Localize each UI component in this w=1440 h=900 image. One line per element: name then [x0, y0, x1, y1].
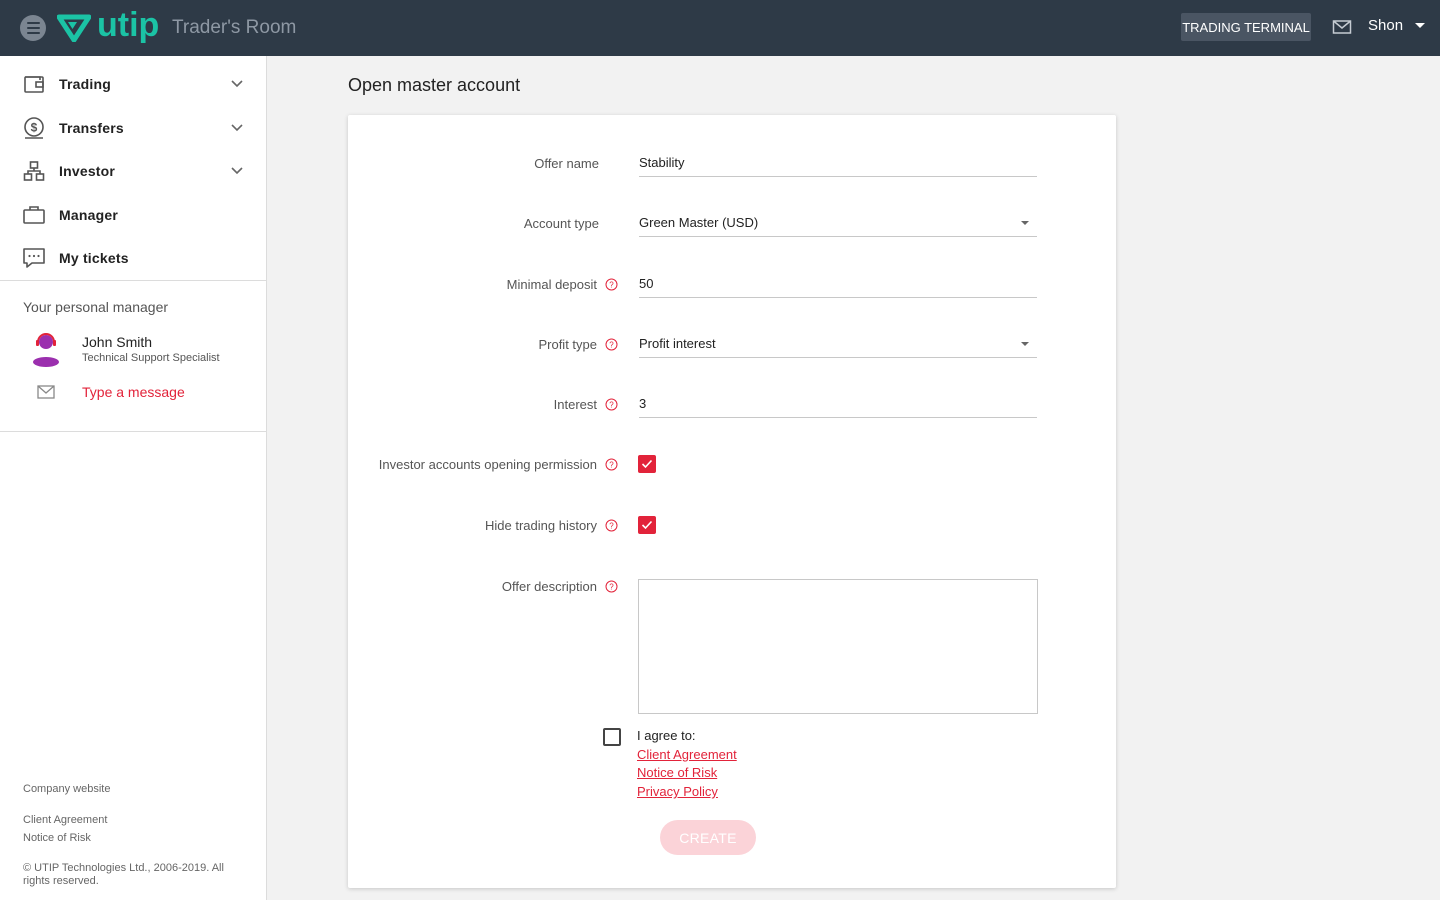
investor-permission-checkbox[interactable] [638, 455, 656, 473]
agree-label: I agree to: [637, 728, 696, 743]
offer-name-input[interactable]: Stability [639, 149, 1037, 177]
svg-text:?: ? [609, 461, 614, 470]
account-type-label: Account type [523, 216, 599, 231]
svg-text:?: ? [609, 341, 614, 350]
user-name: Shon [1368, 17, 1404, 34]
agree-checkbox[interactable] [603, 728, 621, 746]
sidebar-item-label: Transfers [59, 120, 124, 136]
manager-role: Technical Support Specialist [82, 352, 220, 364]
trading-terminal-button[interactable]: TRADING TERMINAL [1181, 13, 1311, 41]
chevron-down-icon [231, 80, 243, 88]
svg-text:?: ? [609, 522, 614, 531]
room-title: Trader's Room [172, 17, 297, 38]
chat-bubble-icon [23, 248, 45, 268]
notice-of-risk-footer-link[interactable]: Notice of Risk [23, 832, 91, 844]
profit-type-select[interactable]: Profit interest [639, 330, 1037, 358]
hamburger-menu-icon[interactable] [20, 15, 46, 41]
privacy-policy-link[interactable]: Privacy Policy [637, 784, 718, 799]
client-agreement-link[interactable]: Client Agreement [637, 747, 737, 762]
investor-permission-label: Investor accounts opening permission [378, 457, 597, 472]
sidebar-divider [0, 280, 266, 281]
profit-type-value: Profit interest [639, 336, 716, 351]
create-button[interactable]: CREATE [660, 820, 756, 855]
svg-text:$: $ [31, 121, 38, 135]
svg-text:?: ? [609, 281, 614, 290]
help-icon[interactable]: ? [605, 278, 618, 291]
sidebar-item-label: Investor [59, 163, 116, 179]
envelope-icon [37, 385, 55, 399]
manager-name: John Smith [82, 334, 153, 350]
checkmark-icon [641, 459, 653, 469]
svg-text:?: ? [609, 583, 614, 592]
sidebar-item-label: Trading [59, 76, 111, 92]
notice-of-risk-link[interactable]: Notice of Risk [637, 765, 717, 780]
sidebar: Trading $ Transfers Investor Manager My … [0, 56, 267, 900]
chevron-down-icon [231, 167, 243, 175]
interest-input[interactable]: 3 [639, 390, 1037, 418]
svg-text:?: ? [609, 401, 614, 410]
hide-history-checkbox[interactable] [638, 516, 656, 534]
personal-manager-title: Your personal manager [23, 299, 169, 315]
account-type-value: Green Master (USD) [639, 215, 759, 230]
offer-description-label: Offer description [501, 579, 597, 594]
help-icon[interactable]: ? [605, 398, 618, 411]
interest-label: Interest [553, 397, 597, 412]
help-icon[interactable]: ? [605, 458, 618, 471]
user-menu[interactable]: Shon [1368, 17, 1426, 34]
utip-logo-mark-icon [57, 14, 91, 42]
company-website-link[interactable]: Company website [23, 783, 110, 795]
help-icon[interactable]: ? [605, 580, 618, 593]
sidebar-item-investor[interactable]: Investor [0, 151, 266, 191]
type-message-link[interactable]: Type a message [82, 384, 185, 400]
copyright-text: © UTIP Technologies Ltd., 2006-2019. All… [23, 862, 224, 887]
offer-name-label: Offer name [534, 156, 599, 171]
profit-type-label: Profit type [538, 337, 597, 352]
sidebar-item-manager[interactable]: Manager [0, 195, 266, 235]
dollar-circle-icon: $ [24, 117, 44, 139]
briefcase-icon [23, 206, 45, 224]
sidebar-item-label: Manager [59, 207, 118, 223]
logo-text: utip [97, 6, 160, 44]
dropdown-arrow-icon [1021, 221, 1029, 225]
sidebar-item-transfers[interactable]: $ Transfers [0, 108, 266, 148]
offer-description-textarea[interactable] [638, 579, 1038, 714]
sidebar-divider [0, 431, 266, 432]
sidebar-item-label: My tickets [59, 250, 129, 266]
hierarchy-icon [23, 161, 45, 181]
dropdown-arrow-icon [1021, 342, 1029, 346]
chevron-down-icon [231, 124, 243, 132]
utip-logo[interactable]: utip [57, 6, 160, 44]
help-icon[interactable]: ? [605, 519, 618, 532]
sidebar-item-trading[interactable]: Trading [0, 64, 266, 104]
mail-icon[interactable] [1332, 17, 1352, 37]
client-agreement-footer-link[interactable]: Client Agreement [23, 814, 107, 826]
account-type-select[interactable]: Green Master (USD) [639, 209, 1037, 237]
page-title: Open master account [348, 75, 521, 95]
minimal-deposit-input[interactable]: 50 [639, 270, 1037, 298]
top-header: utip Trader's Room TRADING TERMINAL Shon [0, 0, 1440, 56]
hide-history-label: Hide trading history [485, 518, 597, 533]
manager-avatar [33, 333, 59, 367]
checkmark-icon [641, 520, 653, 530]
wallet-icon [24, 76, 44, 93]
chevron-down-icon [1415, 23, 1426, 28]
help-icon[interactable]: ? [605, 338, 618, 351]
open-master-account-form: Offer name Stability Account type Green … [348, 115, 1116, 888]
minimal-deposit-label: Minimal deposit [506, 277, 597, 292]
sidebar-item-my-tickets[interactable]: My tickets [0, 238, 266, 278]
